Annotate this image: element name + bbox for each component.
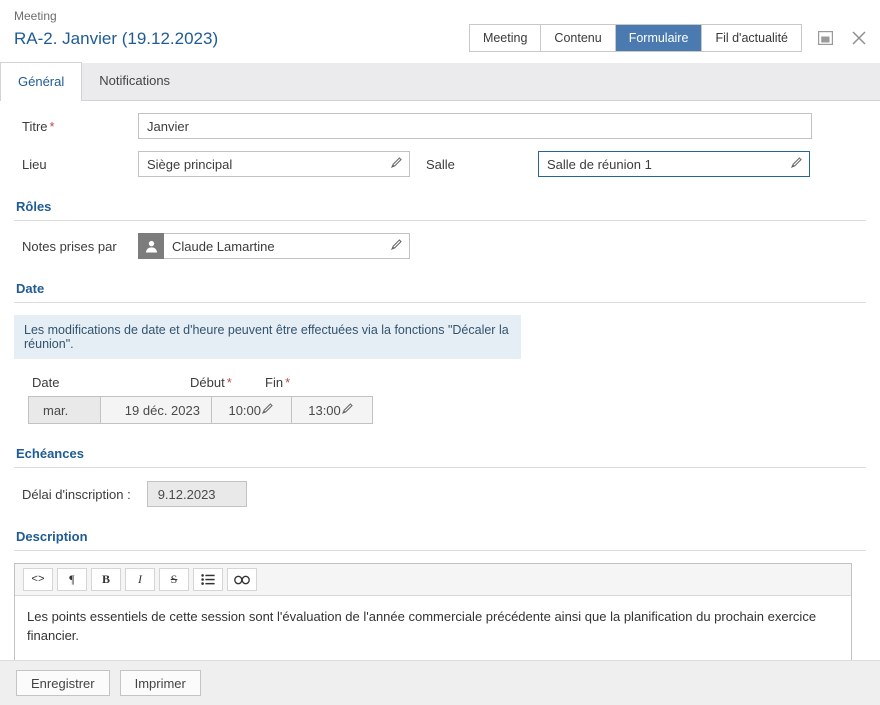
label-fin-text: Fin: [265, 375, 284, 390]
label-debut-text: Début: [190, 375, 225, 390]
editor-toolbar: <> ¶ B I S: [15, 564, 851, 596]
close-icon[interactable]: [850, 29, 868, 47]
row-lieu-salle: Lieu Siège principal Salle Salle de réun…: [14, 151, 866, 177]
input-salle-value: Salle de réunion 1: [547, 156, 652, 172]
required-marker-titre: *: [49, 118, 55, 134]
date-info-banner: Les modifications de date et d'heure peu…: [14, 315, 521, 359]
subtab-notifications[interactable]: Notifications: [82, 62, 187, 100]
required-marker-debut: *: [226, 375, 232, 390]
input-notes-value: Claude Lamartine: [172, 238, 275, 254]
input-titre[interactable]: Janvier: [138, 113, 812, 139]
section-divider: [14, 550, 866, 551]
label-titre: Titre *: [14, 119, 138, 134]
field-weekday: mar.: [29, 397, 101, 423]
field-date-value: 19 déc. 2023: [100, 397, 213, 423]
tab-fil-dactualite[interactable]: Fil d'actualité: [702, 25, 801, 51]
save-button[interactable]: Enregistrer: [16, 670, 110, 696]
subtab-general[interactable]: Général: [0, 62, 83, 101]
input-notes-prises-par[interactable]: Claude Lamartine: [164, 233, 410, 259]
link-icon[interactable]: [227, 568, 257, 591]
section-title-description: Description: [16, 529, 88, 544]
section-date: Date: [14, 281, 866, 303]
field-end-time[interactable]: 13:00: [292, 397, 372, 423]
label-date: Date: [32, 375, 60, 390]
label-lieu: Lieu: [22, 156, 47, 172]
label-fin: Fin *: [265, 375, 335, 390]
edit-pencil-icon[interactable]: [790, 156, 803, 172]
bullet-list-icon[interactable]: [193, 568, 223, 591]
strikethrough-icon[interactable]: S: [159, 568, 189, 591]
tab-meeting[interactable]: Meeting: [469, 25, 542, 51]
italic-icon[interactable]: I: [125, 568, 155, 591]
row-delai-inscription: Délai d'inscription : 9.12.2023: [14, 481, 866, 507]
header-actions: Meeting Contenu Formulaire Fil d'actuali…: [468, 24, 868, 52]
field-end-time-value: 13:00: [308, 402, 341, 418]
form-body: Titre * Janvier Lieu Siège principal Sall…: [0, 113, 880, 681]
layout-panel-icon[interactable]: [816, 29, 834, 47]
window-header: Meeting RA-2. Janvier (19.12.2023) Meeti…: [0, 0, 880, 63]
paragraph-icon[interactable]: ¶: [57, 568, 87, 591]
field-start-time[interactable]: 10:00: [212, 397, 293, 423]
required-marker-fin: *: [285, 375, 291, 390]
main-tab-group: Meeting Contenu Formulaire Fil d'actuali…: [468, 24, 802, 52]
section-divider: [14, 220, 866, 221]
section-echeances: Echéances: [14, 446, 866, 468]
section-divider: [14, 302, 866, 303]
input-salle[interactable]: Salle de réunion 1: [538, 151, 810, 177]
label-notes-prises-par: Notes prises par: [22, 238, 117, 254]
section-title-echeances: Echéances: [16, 446, 84, 461]
section-divider: [14, 467, 866, 468]
input-titre-value: Janvier: [147, 118, 189, 134]
sub-tab-bar: Général Notifications: [0, 62, 880, 101]
date-time-row: mar. 19 déc. 2023 10:00 13:00: [28, 396, 373, 424]
person-icon: [138, 233, 164, 259]
input-lieu-value: Siège principal: [147, 156, 233, 172]
row-notes-prises-par: Notes prises par Claude Lamartine: [14, 233, 866, 259]
tab-formulaire[interactable]: Formulaire: [615, 25, 703, 51]
field-start-time-value: 10:00: [228, 402, 262, 418]
tab-contenu[interactable]: Contenu: [541, 25, 616, 51]
label-salle: Salle: [426, 156, 455, 172]
section-title-roles: Rôles: [16, 199, 52, 214]
field-delai-inscription: 9.12.2023: [146, 481, 247, 507]
print-button[interactable]: Imprimer: [119, 670, 201, 696]
section-title-date: Date: [16, 281, 45, 296]
edit-pencil-icon[interactable]: [390, 156, 403, 172]
section-roles: Rôles: [14, 199, 866, 221]
code-icon[interactable]: <>: [23, 568, 53, 591]
edit-pencil-icon[interactable]: [390, 238, 403, 254]
breadcrumb: Meeting: [14, 9, 57, 23]
row-titre: Titre * Janvier: [14, 113, 866, 139]
date-column-headers: Date Début * Fin *: [14, 375, 866, 390]
meeting-form-window: Meeting RA-2. Janvier (19.12.2023) Meeti…: [0, 0, 880, 705]
label-delai-inscription: Délai d'inscription :: [22, 486, 131, 502]
edit-pencil-icon[interactable]: [341, 402, 354, 418]
footer-actions: Enregistrer Imprimer: [0, 660, 880, 705]
label-titre-text: Titre: [22, 118, 48, 134]
input-lieu[interactable]: Siège principal: [138, 151, 410, 177]
edit-pencil-icon[interactable]: [261, 402, 274, 418]
section-description: Description: [14, 529, 866, 551]
bold-icon[interactable]: B: [91, 568, 121, 591]
label-debut: Début *: [190, 375, 265, 390]
